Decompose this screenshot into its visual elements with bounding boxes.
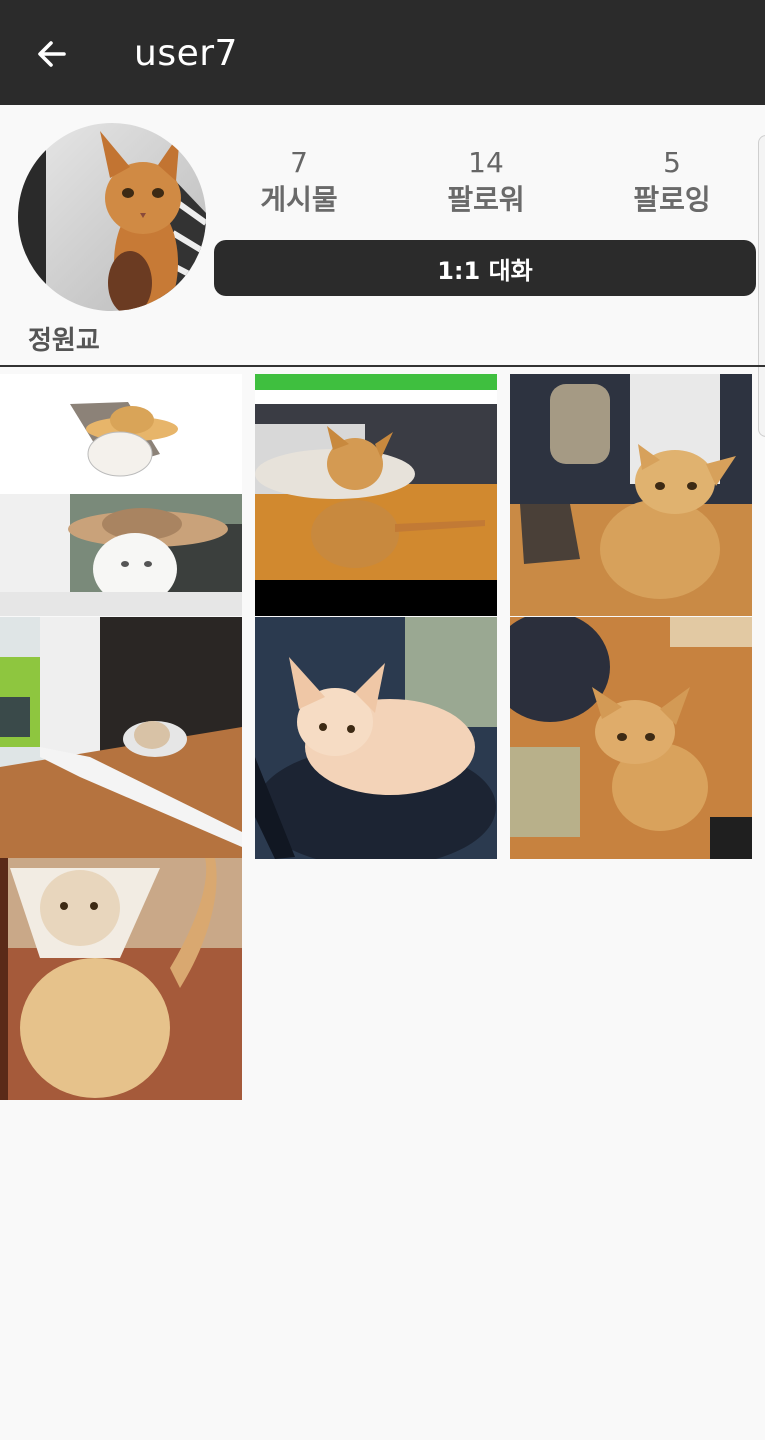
post-photo: [0, 374, 242, 616]
post-thumbnail[interactable]: [255, 374, 497, 616]
post-thumbnail[interactable]: [255, 617, 497, 859]
profile-header: 정원교 7 게시물 14 팔로워 5 팔로잉 1:1 대화: [0, 105, 765, 367]
avatar[interactable]: [18, 123, 206, 311]
stat-posts-label: 게시물: [260, 183, 338, 216]
post-photo: [0, 617, 242, 859]
stat-followers-count: 14: [468, 146, 504, 179]
post-photo: [255, 374, 497, 616]
stat-followers[interactable]: 14 팔로워: [411, 145, 561, 219]
avatar-cat-photo: [18, 123, 206, 311]
post-thumbnail[interactable]: [0, 374, 242, 616]
post-thumbnail[interactable]: [510, 617, 752, 859]
post-thumbnail[interactable]: [0, 858, 242, 1100]
stat-posts-count: 7: [290, 146, 308, 179]
back-button[interactable]: [28, 30, 76, 78]
post-thumbnail[interactable]: [0, 617, 242, 859]
stat-following[interactable]: 5 팔로잉: [597, 145, 747, 219]
profile-display-name: 정원교: [28, 326, 100, 356]
arrow-left-icon: [38, 41, 66, 67]
post-photo: [510, 617, 752, 859]
stat-following-count: 5: [663, 146, 681, 179]
profile-divider: [0, 365, 765, 367]
post-thumbnail[interactable]: [510, 374, 752, 616]
post-photo: [510, 374, 752, 616]
stat-posts[interactable]: 7 게시물: [224, 145, 374, 219]
app-bar: user7: [0, 0, 765, 105]
stat-followers-label: 팔로워: [447, 183, 525, 216]
stat-following-label: 팔로잉: [633, 183, 711, 216]
side-scroll-handle[interactable]: [758, 135, 765, 437]
post-photo: [0, 858, 242, 1100]
direct-message-button[interactable]: 1:1 대화: [214, 240, 756, 296]
post-photo: [255, 617, 497, 859]
page-title: user7: [134, 33, 238, 74]
